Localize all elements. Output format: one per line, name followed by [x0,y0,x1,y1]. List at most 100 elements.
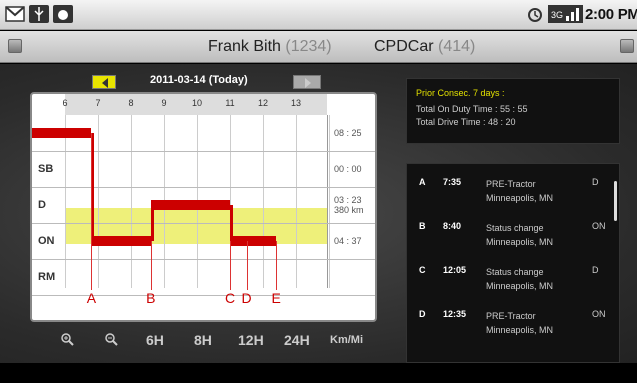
back-button[interactable] [8,39,22,53]
event-marker-label[interactable]: E [269,290,283,306]
event-status: ON [592,221,606,231]
signal-icon [563,5,583,23]
on-duty-total: Total On Duty Time : 55 : 55 [416,104,528,114]
zoom-out-button[interactable] [104,332,118,349]
event-marker-label[interactable]: C [223,290,237,306]
event-time: 7:35 [443,177,462,187]
status-total-time: 08 : 25 [334,128,362,138]
bottom-bar [0,363,637,383]
status-row-total: 00 : 00 [334,164,362,174]
event-description: PRE-Tractor Minneapolis, MN [486,177,553,205]
grid-line [98,115,99,288]
status-row-total: 08 : 25 [334,128,362,138]
status-row-label: D [38,199,46,211]
event-location: Minneapolis, MN [486,325,554,335]
unit-toggle-button[interactable]: Km/Mi [330,334,363,346]
grid-line [131,115,132,288]
zoom-in-icon [61,333,74,346]
event-type: Status change [486,267,544,277]
event-marker-line [276,241,278,290]
range-6h-button[interactable]: 6H [146,332,164,348]
title-bar: Frank Bith (1234) CPDCar (414) [0,31,637,63]
duty-status-bar [150,200,230,210]
next-day-button[interactable] [293,75,321,89]
range-8h-button[interactable]: 8H [194,332,212,348]
hour-label: 13 [290,98,301,108]
event-marker-line [230,241,231,290]
driver-info: Frank Bith (1234) [208,38,332,56]
duty-status-bar [230,236,277,246]
android-icon [53,5,73,23]
hour-label: 6 [62,98,68,108]
hour-label: 11 [225,98,235,108]
alarm-icon [528,8,542,22]
event-status: ON [592,309,606,319]
event-time: 8:40 [443,221,462,231]
gmail-icon [5,6,25,22]
event-time: 12:05 [443,265,467,275]
event-list-item[interactable]: D 12:35 PRE-Tractor Minneapolis, MN ON [407,303,619,351]
range-12h-button[interactable]: 12H [238,332,264,348]
event-list[interactable]: A 7:35 PRE-Tractor Minneapolis, MN D B 8:40 Sta… [406,163,620,363]
grid-line [296,115,297,288]
event-location: Minneapolis, MN [486,281,554,291]
event-list-item[interactable]: C 12:05 Status change Minneapolis, MN D [407,259,619,307]
grid-line [329,115,330,288]
grid-line [32,187,375,188]
event-marker-line [246,241,248,290]
usb-icon [29,5,49,23]
event-type: Status change [486,223,544,233]
grid-line [32,223,375,224]
arrow-right-icon [305,78,311,88]
status-bar: 3G 2:00 PM [0,0,637,30]
date-label: 2011-03-14 (Today) [150,74,248,86]
event-status: D [592,177,599,187]
event-marker-label[interactable]: D [240,290,254,306]
previous-day-button[interactable] [92,75,116,89]
zoom-in-button[interactable] [60,332,74,349]
vehicle-id: (414) [438,38,476,55]
event-letter: D [419,309,426,319]
event-letter: C [419,265,426,275]
status-transition-line [150,205,154,241]
event-letter: A [419,177,426,187]
event-status: D [592,265,599,275]
summary-title: Prior Consec. 7 days : [416,88,505,98]
status-row-total: 04 : 37 [334,236,362,246]
event-marker-line [91,133,93,290]
duty-status-bar [32,128,92,138]
range-24h-button[interactable]: 24H [284,332,310,348]
event-type: PRE-Tractor [486,179,536,189]
event-type: PRE-Tractor [486,311,536,321]
scrollbar[interactable] [614,181,617,221]
zoom-out-icon [105,333,118,346]
event-location: Minneapolis, MN [486,193,554,203]
status-total-time: 00 : 00 [334,164,362,174]
event-letter: B [419,221,426,231]
grid-line [65,115,66,288]
event-time: 12:35 [443,309,467,319]
duty-status-graph[interactable]: 678910111213 OFF08 : 25SB00 : 00D03 : 23… [30,92,377,322]
hour-label: 12 [257,98,268,108]
grid-line [32,151,375,152]
menu-button[interactable] [620,39,634,53]
hour-label: 8 [128,98,134,108]
event-location: Minneapolis, MN [486,237,554,247]
svg-text:3G: 3G [551,10,563,20]
status-row-label: RM [38,271,56,283]
event-marker-label[interactable]: B [144,290,158,306]
status-row-label: ON [38,235,55,247]
status-total-distance: 380 km [334,205,364,215]
grid-line [263,115,264,288]
event-list-item[interactable]: B 8:40 Status change Minneapolis, MN ON [407,215,619,263]
status-total-time: 03 : 23 [334,195,362,205]
event-marker-line [150,241,152,290]
event-description: Status change Minneapolis, MN [486,265,553,293]
event-list-item[interactable]: A 7:35 PRE-Tractor Minneapolis, MN D [407,171,619,219]
main-content: 2011-03-14 (Today) 678910111213 OFF08 : … [0,64,637,363]
summary-panel: Prior Consec. 7 days : Total On Duty Tim… [406,78,620,144]
event-marker-label[interactable]: A [84,290,98,306]
vehicle-info: CPDCar (414) [374,38,475,56]
grid-line [327,115,328,288]
driver-name: Frank Bith [208,38,281,55]
